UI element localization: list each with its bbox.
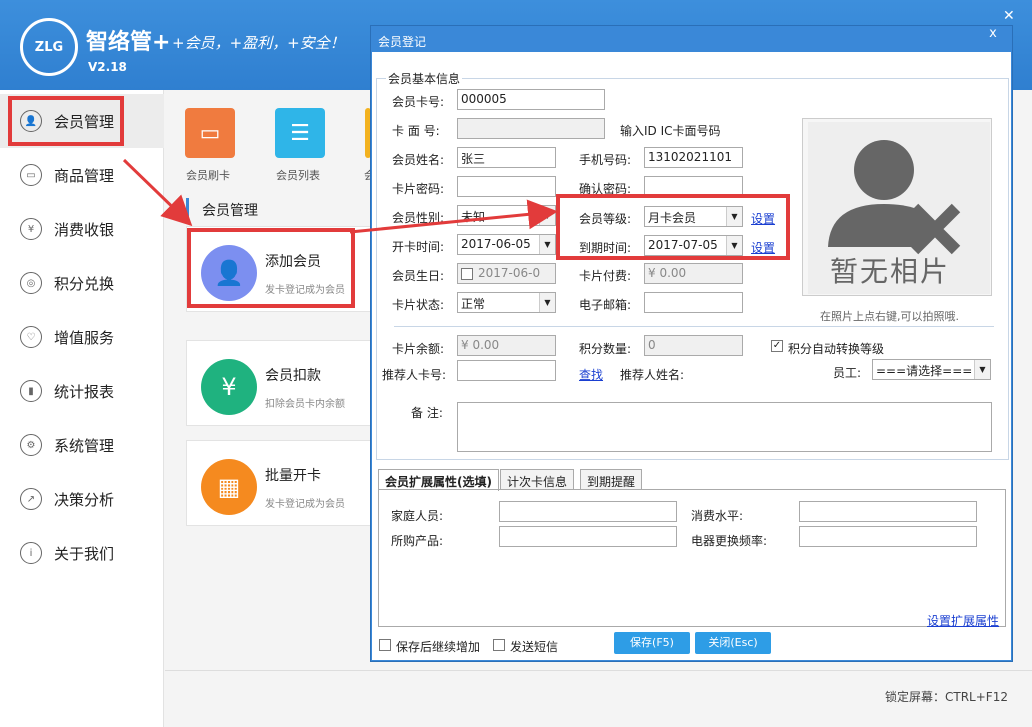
annotation-arrows [122,158,558,234]
arrow-card-to-fields [349,199,558,234]
arrow-menu-to-card [122,158,193,227]
